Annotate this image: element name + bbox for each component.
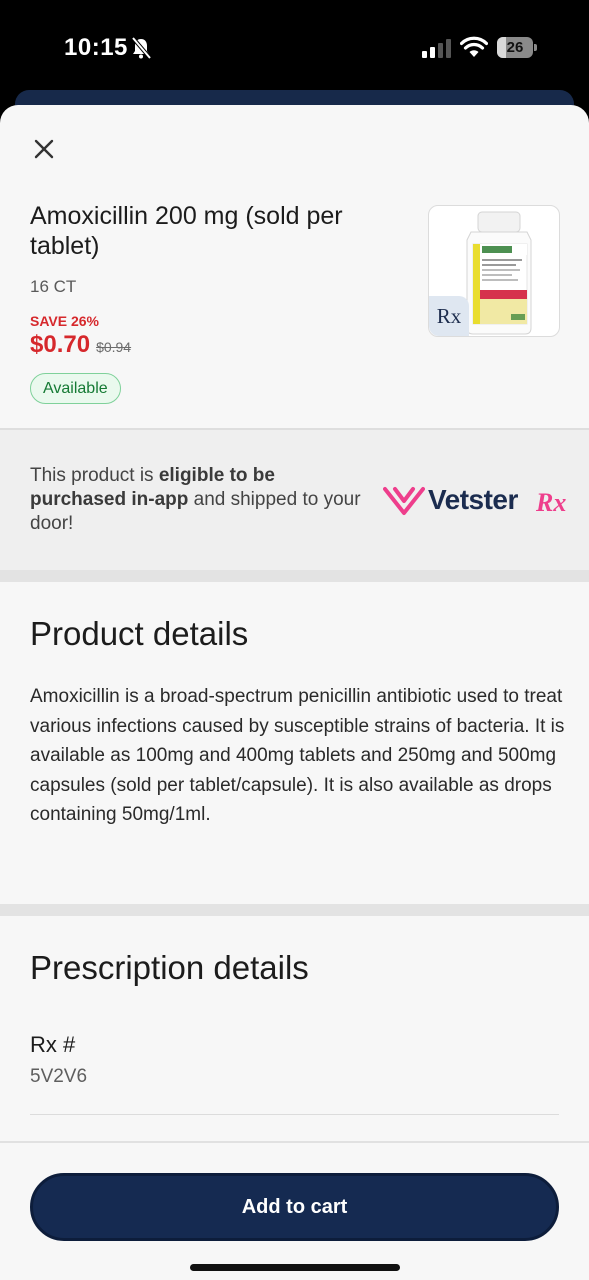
- promo-text: This product is eligible to be purchased…: [30, 465, 361, 534]
- product-title: Amoxicillin 200 mg (sold per tablet): [30, 202, 343, 260]
- original-price: $0.94: [96, 339, 132, 355]
- section-divider: [0, 904, 589, 916]
- brand-name: Vetster: [428, 484, 518, 515]
- battery-icon: 26: [497, 37, 537, 58]
- add-to-cart-button[interactable]: Add to cart: [30, 1173, 559, 1241]
- price-row: $0.70 $0.94: [30, 331, 131, 359]
- status-time: 10:15: [64, 34, 128, 61]
- divider: [30, 1114, 559, 1115]
- rx-number-label: Rx #: [30, 1032, 76, 1057]
- in-app-purchase-banner: This product is eligible to be purchased…: [0, 430, 589, 570]
- signal-icon: [422, 39, 451, 58]
- rx-number-value: 5V2V6: [30, 1066, 88, 1087]
- bottom-action-bar: Add to cart: [0, 1141, 589, 1280]
- section-divider: [0, 570, 589, 582]
- vetster-logo-mark-icon: [383, 487, 425, 515]
- status-bar: 10:15 26: [0, 0, 589, 95]
- product-details-title: Product details: [30, 615, 249, 652]
- product-count: 16 CT: [30, 277, 77, 296]
- wifi-icon: [460, 36, 488, 57]
- product-sheet: Amoxicillin 200 mg (sold per tablet) 16 …: [0, 105, 589, 1280]
- home-indicator[interactable]: [190, 1264, 400, 1271]
- prescription-details-title: Prescription details: [30, 949, 309, 986]
- availability-badge: Available: [30, 373, 121, 404]
- brand-rx: Rx: [536, 488, 567, 517]
- vetster-rx-logo: Vetster Rx: [383, 482, 567, 522]
- rx-badge: Rx: [429, 296, 469, 336]
- product-image: Rx: [428, 205, 560, 337]
- battery-level: 26: [506, 39, 524, 56]
- product-description: Amoxicillin is a broad-spectrum penicill…: [30, 686, 565, 825]
- current-price: $0.70: [30, 331, 91, 358]
- close-button[interactable]: [28, 133, 60, 165]
- bell-off-icon: [131, 36, 152, 60]
- discount-label: SAVE 26%: [30, 313, 99, 329]
